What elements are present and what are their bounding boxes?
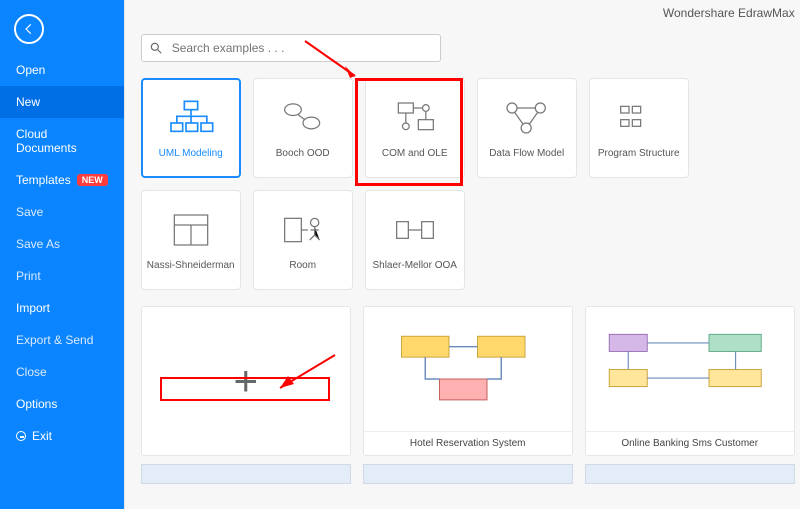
sidebar-item-label: Cloud Documents [16,127,108,155]
template-thumb-icon [166,98,216,138]
sidebar-item-export-send[interactable]: Export & Send [0,324,124,356]
sidebar-item-label: Templates [16,173,71,187]
template-tile-com-and-ole[interactable]: COM and OLE [365,78,465,178]
example-card[interactable] [141,464,351,484]
sidebar-item-label: Export & Send [16,333,93,347]
tile-thumb [390,210,440,250]
sidebar-item-options[interactable]: Options [0,388,124,420]
example-card[interactable] [363,464,573,484]
examples-row-2 [125,456,800,484]
tile-thumb [614,98,664,138]
template-tile-nassi-shneiderman[interactable]: Nassi-Shneiderman [141,190,241,290]
sidebar-item-new[interactable]: New [0,86,124,118]
template-tile-uml-modeling[interactable]: UML Modeling [141,78,241,178]
sidebar-item-save-as[interactable]: Save As [0,228,124,260]
examples-row: + Hotel Reservation System Online Banking … [125,294,800,456]
bullet-icon [16,431,26,441]
template-tile-shlaer-mellor-ooa[interactable]: Shlaer-Mellor OOA [365,190,465,290]
sidebar-item-label: Print [16,269,41,283]
example-preview: + [142,307,350,455]
sidebar-item-label: Save As [16,237,60,251]
diagram-preview-icon [373,317,563,422]
plus-icon: + [233,357,258,405]
arrow-left-icon [22,22,36,36]
tile-thumb [278,98,328,138]
new-blank-example[interactable]: + [141,306,351,456]
template-thumb-icon [614,98,664,138]
tile-label: Data Flow Model [489,148,564,159]
template-thumb-icon [390,210,440,250]
template-tile-program-structure[interactable]: Program Structure [589,78,689,178]
example-caption: Hotel Reservation System [364,431,572,455]
sidebar-item-save[interactable]: Save [0,196,124,228]
sidebar-item-label: Exit [32,429,52,443]
template-tile-room[interactable]: Room [253,190,353,290]
sidebar-item-label: Close [16,365,47,379]
sidebar-item-close[interactable]: Close [0,356,124,388]
sidebar-item-cloud-documents[interactable]: Cloud Documents [0,118,124,164]
template-thumb-icon [166,210,216,250]
tile-label: COM and OLE [382,148,448,159]
search-icon [149,41,163,55]
tile-label: Shlaer-Mellor OOA [372,260,456,271]
content-area: Wondershare EdrawMax UML Modeling Booch O… [125,0,800,509]
example-preview [364,307,572,431]
search-input[interactable] [141,34,441,62]
sidebar-item-open[interactable]: Open [0,54,124,86]
tile-label: Room [289,260,316,271]
tile-thumb [166,210,216,250]
template-tile-data-flow-model[interactable]: Data Flow Model [477,78,577,178]
app-root: Open New Cloud Documents Templates NEW Save Sa… [0,0,800,509]
example-caption: Online Banking Sms Customer [586,431,794,455]
diagram-preview-icon [595,317,785,422]
file-sidebar: Open New Cloud Documents Templates NEW Save Sa… [0,0,124,509]
brand-label: Wondershare EdrawMax [663,6,795,20]
tile-thumb [278,210,328,250]
sidebar-item-label: Import [16,301,50,315]
example-card[interactable]: Hotel Reservation System [363,306,573,456]
template-thumb-icon [390,98,440,138]
tile-label: Nassi-Shneiderman [147,260,235,271]
sidebar-item-exit[interactable]: Exit [0,420,124,452]
new-badge: NEW [77,174,108,186]
tile-label: Booch OOD [276,148,330,159]
template-tile-booch-ood[interactable]: Booch OOD [253,78,353,178]
sidebar-item-templates[interactable]: Templates NEW [0,164,124,196]
tile-label: UML Modeling [159,148,223,159]
back-button[interactable] [14,14,44,44]
example-card[interactable]: Online Banking Sms Customer [585,306,795,456]
example-card[interactable] [585,464,795,484]
sidebar-item-import[interactable]: Import [0,292,124,324]
tile-label: Program Structure [598,148,680,159]
sidebar-item-label: Open [16,63,45,77]
sidebar-item-label: Save [16,205,43,219]
tile-thumb [166,98,216,138]
example-preview [586,307,794,431]
template-thumb-icon [278,98,328,138]
sidebar-item-print[interactable]: Print [0,260,124,292]
template-thumb-icon [278,210,328,250]
tile-thumb [502,98,552,138]
sidebar-item-label: New [16,95,40,109]
tile-thumb [390,98,440,138]
sidebar-item-label: Options [16,397,57,411]
template-grid: UML Modeling Booch OOD COM and OLE Data Flo… [125,74,800,294]
template-thumb-icon [502,98,552,138]
